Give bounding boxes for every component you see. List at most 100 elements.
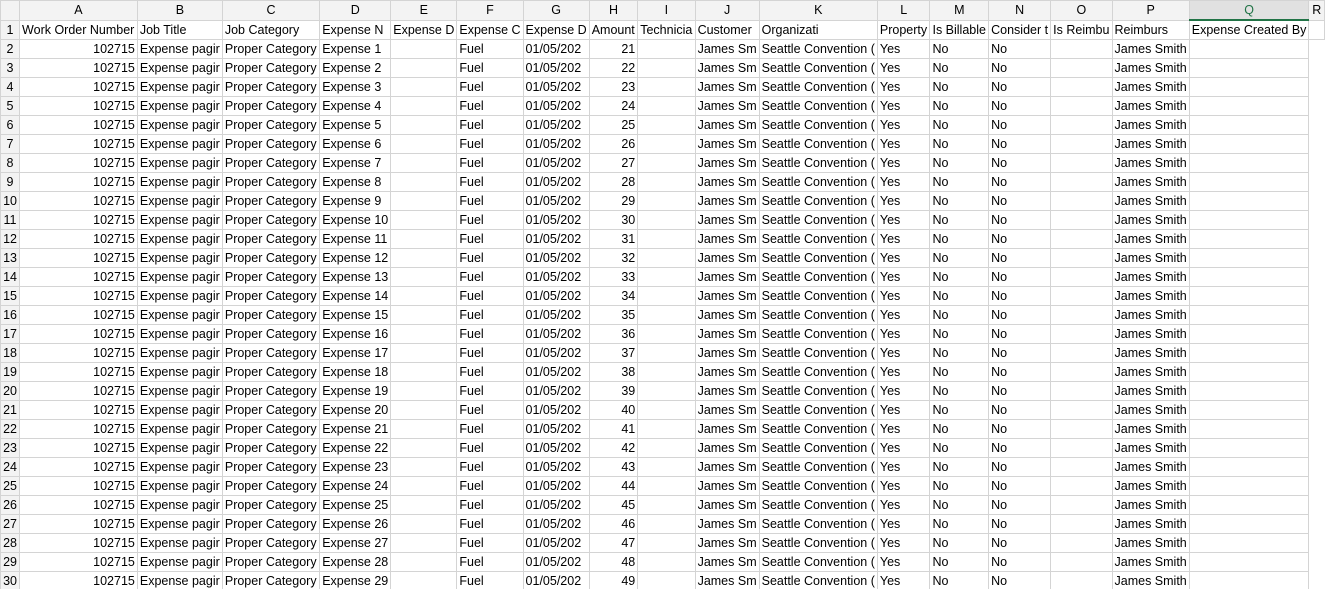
cell[interactable]: No xyxy=(988,438,1052,458)
cell[interactable]: Expense 11 xyxy=(319,229,392,249)
cell[interactable]: 102715 xyxy=(19,400,138,420)
cell[interactable]: Fuel xyxy=(456,343,524,363)
cell[interactable]: Seattle Convention ( xyxy=(758,400,878,420)
cell[interactable]: James Smith xyxy=(1111,39,1190,59)
column-title-cell[interactable]: Expense D xyxy=(390,19,458,40)
cell[interactable]: 102715 xyxy=(19,210,138,230)
cell[interactable]: 40 xyxy=(588,400,639,420)
cell[interactable]: James Smith xyxy=(1111,400,1190,420)
cell[interactable]: Fuel xyxy=(456,381,524,401)
cell[interactable]: Expense pagir xyxy=(136,248,223,268)
cell[interactable]: No xyxy=(988,343,1052,363)
cell[interactable] xyxy=(1050,419,1113,439)
cell[interactable]: Fuel xyxy=(456,286,524,306)
cell[interactable]: James Smith xyxy=(1111,419,1190,439)
cell[interactable] xyxy=(1050,381,1113,401)
cell[interactable] xyxy=(1050,324,1113,344)
cell[interactable] xyxy=(390,324,458,344)
cell[interactable]: Expense pagir xyxy=(136,533,223,553)
cell[interactable] xyxy=(637,210,696,230)
cell[interactable]: 23 xyxy=(588,77,639,97)
cell[interactable]: 28 xyxy=(588,172,639,192)
cell[interactable]: 01/05/202 xyxy=(522,305,590,325)
cell[interactable] xyxy=(637,400,696,420)
cell[interactable]: Fuel xyxy=(456,495,524,515)
cell[interactable] xyxy=(637,571,696,589)
cell[interactable]: Fuel xyxy=(456,77,524,97)
column-header-q[interactable]: Q xyxy=(1188,0,1310,21)
cell[interactable]: James Smith xyxy=(1111,96,1190,116)
cell[interactable] xyxy=(1188,58,1310,78)
cell[interactable]: 01/05/202 xyxy=(522,229,590,249)
cell[interactable]: 47 xyxy=(588,533,639,553)
cell[interactable] xyxy=(637,324,696,344)
column-header-p[interactable]: P xyxy=(1111,0,1190,21)
column-title-cell[interactable]: Expense C xyxy=(456,19,524,40)
cell[interactable]: Expense pagir xyxy=(136,457,223,477)
cell[interactable] xyxy=(390,96,458,116)
cell[interactable]: Proper Category xyxy=(221,229,321,249)
column-title-cell[interactable]: Reimburs xyxy=(1111,19,1190,40)
cell[interactable] xyxy=(390,343,458,363)
cell[interactable]: James Smith xyxy=(1111,381,1190,401)
row-header[interactable]: 20 xyxy=(0,381,21,401)
column-header-c[interactable]: C xyxy=(221,0,321,21)
cell[interactable]: Yes xyxy=(876,286,931,306)
cell[interactable] xyxy=(1188,476,1310,496)
cell[interactable]: 38 xyxy=(588,362,639,382)
spreadsheet-grid[interactable]: ABCDEFGHIJKLMNOPQR 1 Work Order Number Job… xyxy=(0,0,1325,589)
cell[interactable]: 01/05/202 xyxy=(522,495,590,515)
cell[interactable]: James Smith xyxy=(1111,343,1190,363)
cell[interactable]: James Sm xyxy=(694,248,760,268)
cell[interactable]: Proper Category xyxy=(221,153,321,173)
cell[interactable]: Seattle Convention ( xyxy=(758,248,878,268)
cell[interactable]: Yes xyxy=(876,400,931,420)
cell[interactable]: Expense pagir xyxy=(136,115,223,135)
cell[interactable]: 102715 xyxy=(19,438,138,458)
cell[interactable] xyxy=(1188,210,1310,230)
row-header[interactable]: 12 xyxy=(0,229,21,249)
cell[interactable] xyxy=(1050,77,1113,97)
cell[interactable]: Expense 3 xyxy=(319,77,392,97)
cell[interactable]: 46 xyxy=(588,514,639,534)
cell[interactable]: Yes xyxy=(876,571,931,589)
cell[interactable]: Seattle Convention ( xyxy=(758,191,878,211)
cell[interactable] xyxy=(390,286,458,306)
cell[interactable]: No xyxy=(988,533,1052,553)
cell[interactable]: No xyxy=(988,191,1052,211)
cell[interactable]: Expense pagir xyxy=(136,381,223,401)
column-title-cell[interactable]: Is Reimbu xyxy=(1050,19,1113,40)
cell[interactable]: Seattle Convention ( xyxy=(758,457,878,477)
cell[interactable]: James Sm xyxy=(694,229,760,249)
cell[interactable]: No xyxy=(929,324,990,344)
row-header[interactable]: 9 xyxy=(0,172,21,192)
cell[interactable] xyxy=(1188,514,1310,534)
cell[interactable]: No xyxy=(929,343,990,363)
cell[interactable]: James Smith xyxy=(1111,457,1190,477)
row-header[interactable]: 19 xyxy=(0,362,21,382)
cell[interactable]: Proper Category xyxy=(221,267,321,287)
cell[interactable]: Yes xyxy=(876,362,931,382)
cell[interactable]: Seattle Convention ( xyxy=(758,438,878,458)
cell[interactable]: No xyxy=(988,96,1052,116)
cell[interactable]: James Sm xyxy=(694,533,760,553)
cell[interactable]: Proper Category xyxy=(221,419,321,439)
cell[interactable]: No xyxy=(929,381,990,401)
cell[interactable]: James Smith xyxy=(1111,514,1190,534)
cell[interactable] xyxy=(1050,571,1113,589)
cell[interactable]: Seattle Convention ( xyxy=(758,533,878,553)
cell[interactable]: Fuel xyxy=(456,115,524,135)
cell[interactable]: Expense pagir xyxy=(136,267,223,287)
cell[interactable]: Fuel xyxy=(456,134,524,154)
cell[interactable] xyxy=(1188,305,1310,325)
cell[interactable] xyxy=(390,248,458,268)
row-header[interactable]: 23 xyxy=(0,438,21,458)
cell[interactable]: No xyxy=(929,191,990,211)
cell[interactable]: James Smith xyxy=(1111,552,1190,572)
cell[interactable]: Fuel xyxy=(456,191,524,211)
cell[interactable]: James Sm xyxy=(694,362,760,382)
cell[interactable]: 33 xyxy=(588,267,639,287)
cell[interactable]: No xyxy=(988,400,1052,420)
cell[interactable] xyxy=(390,457,458,477)
cell[interactable] xyxy=(1188,343,1310,363)
